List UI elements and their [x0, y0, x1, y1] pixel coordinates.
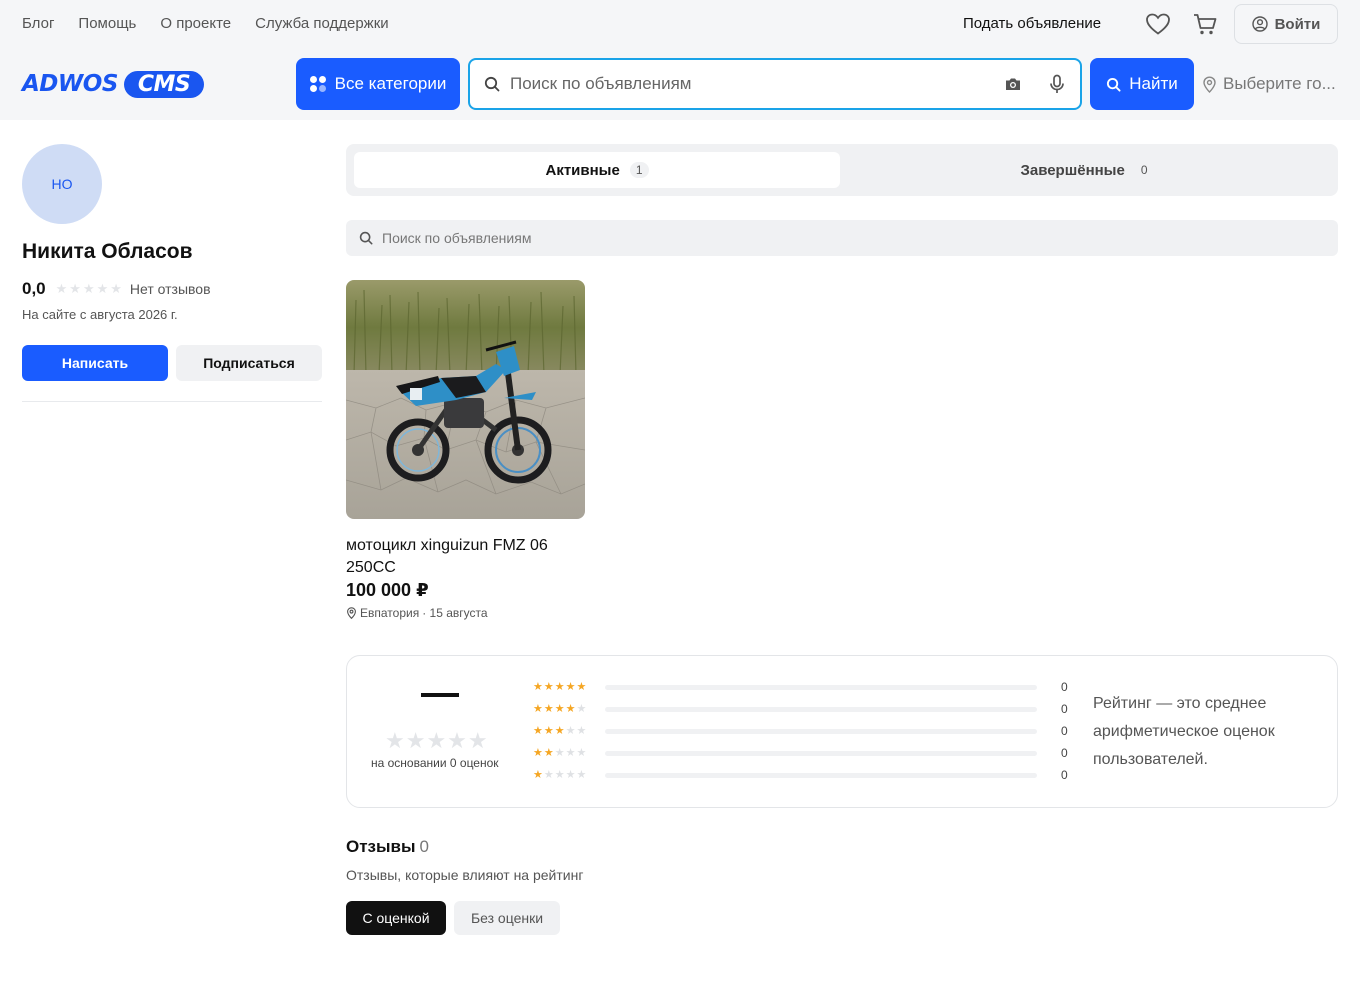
member-since: На сайте с августа 2026 г.	[22, 307, 178, 322]
nav-link-blog[interactable]: Блог	[22, 14, 54, 34]
filter-with-rating-button[interactable]: С оценкой	[346, 901, 446, 935]
star-row-icon: ★★★★★	[533, 681, 588, 693]
reviews-title-label: Отзывы	[346, 837, 416, 856]
filter-without-rating-button[interactable]: Без оценки	[454, 901, 560, 935]
tab-completed-label: Завершённые	[1020, 161, 1125, 179]
rating-summary: ★★★★★ на основании 0 оценок ★★★★★ 0 ★★★★…	[346, 655, 1338, 808]
listing-location: Евпатория	[360, 606, 420, 620]
rating-bars: ★★★★★ 0 ★★★★★ 0 ★★★★★ 0 ★★★★★ 0 ★★★★★ 0	[533, 680, 1083, 790]
categories-label: Все категории	[334, 74, 447, 93]
rating-value: 0,0	[22, 279, 46, 298]
nav-link-help[interactable]: Помощь	[78, 14, 136, 34]
star-row-icon: ★★★★★	[533, 725, 588, 737]
nav-link-about[interactable]: О проекте	[160, 14, 231, 34]
reviews-count: 0	[419, 837, 429, 856]
tab-completed-count: 0	[1140, 163, 1148, 177]
no-reviews-label: Нет отзывов	[129, 281, 211, 297]
search-icon	[1107, 77, 1121, 92]
city-label: Выберите го...	[1223, 74, 1336, 93]
tab-active-label: Активные	[545, 161, 620, 179]
microphone-icon[interactable]	[1048, 74, 1066, 94]
rating-based-on: на основании 0 оценок	[371, 756, 499, 770]
post-ad-link[interactable]: Подать объявление	[963, 14, 1101, 34]
logo-text: ADWOS	[22, 71, 118, 97]
all-categories-button[interactable]: Все категории	[296, 58, 460, 110]
rating-row-2: ★★★★★ 0	[533, 746, 1083, 768]
rating-count: 0	[1061, 768, 1068, 782]
rating-bar	[605, 707, 1037, 712]
location-pin-icon	[347, 607, 356, 619]
tab-active-count: 1	[629, 162, 649, 178]
city-selector[interactable]: Выберите го...	[1202, 74, 1336, 94]
location-pin-icon	[1203, 75, 1216, 93]
reviews-title: Отзывы 0	[346, 837, 429, 857]
rating-bar	[605, 751, 1037, 756]
rating-row-4: ★★★★★ 0	[533, 702, 1083, 724]
rating-bar	[605, 729, 1037, 734]
rating-stars-icon: ★★★★★	[385, 728, 489, 753]
user-circle-icon	[1251, 16, 1268, 32]
cart-icon[interactable]	[1192, 12, 1218, 36]
logo[interactable]: ADWOS CMS	[22, 68, 205, 100]
rating-score-dash	[421, 693, 459, 697]
find-label: Найти	[1129, 74, 1178, 93]
rating-row-5: ★★★★★ 0	[533, 680, 1083, 702]
user-rating: 0,0 ★★★★★ Нет отзывов	[22, 279, 211, 299]
rating-row-1: ★★★★★ 0	[533, 768, 1083, 790]
rating-row-3: ★★★★★ 0	[533, 724, 1083, 746]
listing-search	[346, 220, 1338, 256]
star-row-icon: ★★★★★	[533, 769, 588, 781]
sidebar-divider	[22, 401, 322, 402]
rating-bar	[605, 685, 1037, 690]
user-name: Никита Обласов	[22, 240, 193, 263]
rating-count: 0	[1061, 746, 1068, 760]
find-button[interactable]: Найти	[1090, 58, 1194, 110]
rating-bar	[605, 773, 1037, 778]
nav-link-support[interactable]: Служба поддержки	[255, 14, 389, 34]
camera-icon[interactable]	[1004, 76, 1022, 92]
search-bar	[468, 58, 1082, 110]
rating-count: 0	[1061, 724, 1068, 738]
top-nav: Блог Помощь О проекте Служба поддержки	[22, 14, 389, 34]
listing-photo[interactable]	[346, 280, 585, 519]
search-icon	[484, 76, 500, 92]
login-button[interactable]: Войти	[1234, 4, 1338, 44]
heart-icon[interactable]	[1145, 12, 1171, 36]
login-label: Войти	[1274, 15, 1321, 33]
logo-badge: CMS	[123, 70, 205, 98]
rating-count: 0	[1061, 680, 1068, 694]
rating-note: Рейтинг — это среднее арифметическое оце…	[1093, 695, 1275, 768]
grid-icon	[309, 76, 326, 92]
listing-title[interactable]: мотоцикл xinguizun FMZ 06 250CC	[346, 535, 585, 579]
star-row-icon: ★★★★★	[533, 747, 588, 759]
search-icon	[359, 231, 373, 245]
rating-count: 0	[1061, 702, 1068, 716]
listing-search-input[interactable]	[382, 230, 1182, 246]
listing-meta: Евпатория · 15 августа	[346, 606, 488, 620]
subscribe-button[interactable]: Подписаться	[176, 345, 322, 381]
write-message-button[interactable]: Написать	[22, 345, 168, 381]
listing-date: · 15 августа	[422, 606, 488, 620]
motorcycle-photo-icon	[346, 280, 585, 519]
rating-stars-icon: ★★★★★	[55, 281, 124, 296]
search-input[interactable]	[510, 74, 980, 94]
reviews-subtitle: Отзывы, которые влияют на рейтинг	[346, 867, 584, 883]
tab-completed[interactable]: Завершённые 0	[844, 152, 1330, 188]
listing-price: 100 000 ₽	[346, 580, 429, 600]
star-row-icon: ★★★★★	[533, 703, 588, 715]
avatar: НО	[22, 144, 102, 224]
header: Блог Помощь О проекте Служба поддержки П…	[0, 0, 1360, 120]
listing-tabs: Активные 1 Завершённые 0	[346, 144, 1338, 196]
tab-active[interactable]: Активные 1	[354, 152, 840, 188]
